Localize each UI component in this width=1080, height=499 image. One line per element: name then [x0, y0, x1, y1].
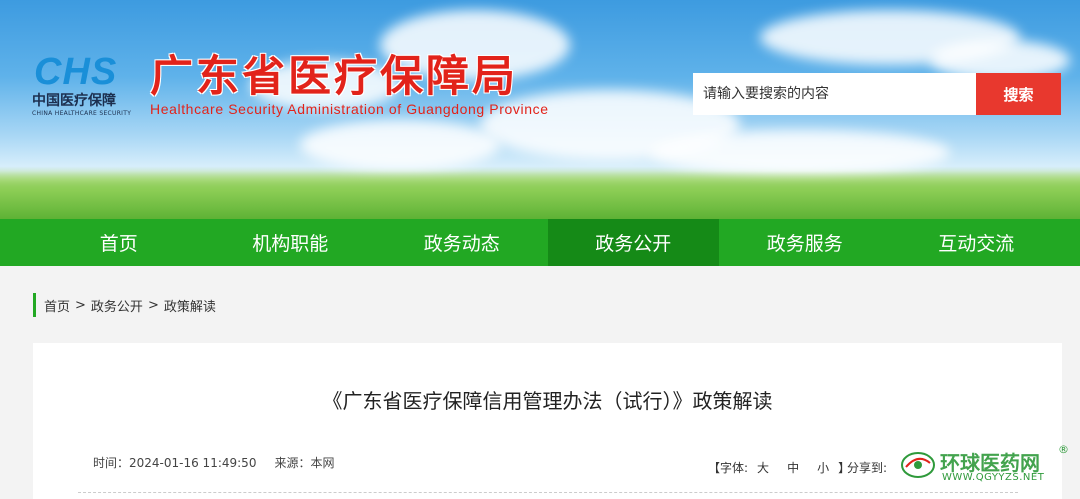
nav-item-interaction[interactable]: 互动交流 — [891, 219, 1063, 266]
svg-text:CHS: CHS — [34, 51, 117, 88]
breadcrumb-public-affairs[interactable]: 政务公开 — [91, 296, 143, 315]
grass-decoration — [0, 171, 1080, 219]
watermark-url: WWW.QGYYZS.NET — [942, 472, 1045, 483]
nav-item-public-affairs[interactable]: 政务公开 — [547, 219, 719, 266]
main-nav: 首页 机构职能 政务动态 政务公开 政务服务 互动交流 — [0, 219, 1080, 266]
site-subtitle: Healthcare Security Administration of Gu… — [150, 101, 549, 117]
watermark-logo-icon — [901, 452, 935, 478]
logo-chinese-text: 中国医疗保障 — [32, 93, 116, 109]
site-title: 广东省医疗保障局 — [150, 52, 518, 102]
breadcrumb-policy-interpretation[interactable]: 政策解读 — [164, 296, 216, 315]
cloud-decoration — [650, 130, 950, 175]
font-size-control: 【字体: 大 中 小 】 — [708, 459, 850, 476]
nav-item-news[interactable]: 政务动态 — [376, 219, 548, 266]
share-label: 分享到: — [847, 461, 888, 475]
watermark: 环球医药网 ® WWW.QGYYZS.NET — [898, 443, 1073, 488]
article-source: 来源：本网 — [274, 456, 335, 470]
search-bar: 搜索 — [693, 73, 1061, 115]
breadcrumb-separator: > — [147, 297, 159, 313]
site-logo[interactable]: CHS 中国医疗保障 CHINA HEALTHCARE SECURITY — [30, 50, 142, 120]
header-banner: CHS 中国医疗保障 CHINA HEALTHCARE SECURITY 广东省… — [0, 0, 1080, 219]
font-size-large[interactable]: 大 — [757, 459, 769, 476]
font-size-small[interactable]: 小 — [817, 459, 829, 476]
nav-item-home[interactable]: 首页 — [33, 219, 205, 266]
breadcrumb-separator: > — [75, 297, 86, 313]
publish-time: 时间：2024-01-16 11:49:50 — [93, 456, 257, 470]
font-size-label: 【字体: — [708, 461, 749, 475]
search-button[interactable]: 搜索 — [976, 73, 1061, 115]
article-title: 《广东省医疗保障信用管理办法（试行）》政策解读 — [322, 389, 773, 413]
chs-logo-icon: CHS — [34, 51, 117, 88]
cloud-decoration — [300, 120, 500, 170]
article-meta: 时间：2024-01-16 11:49:50 来源：本网 — [93, 454, 334, 471]
search-input[interactable] — [693, 73, 976, 115]
logo-english-text: CHINA HEALTHCARE SECURITY — [32, 110, 132, 117]
breadcrumb: 首页 > 政务公开 > 政策解读 — [33, 293, 216, 317]
watermark-registered: ® — [1058, 443, 1069, 456]
meta-divider — [78, 492, 1018, 493]
nav-item-functions[interactable]: 机构职能 — [205, 219, 377, 266]
nav-item-services[interactable]: 政务服务 — [719, 219, 891, 266]
font-size-medium[interactable]: 中 — [787, 459, 799, 476]
breadcrumb-home[interactable]: 首页 — [44, 296, 70, 315]
